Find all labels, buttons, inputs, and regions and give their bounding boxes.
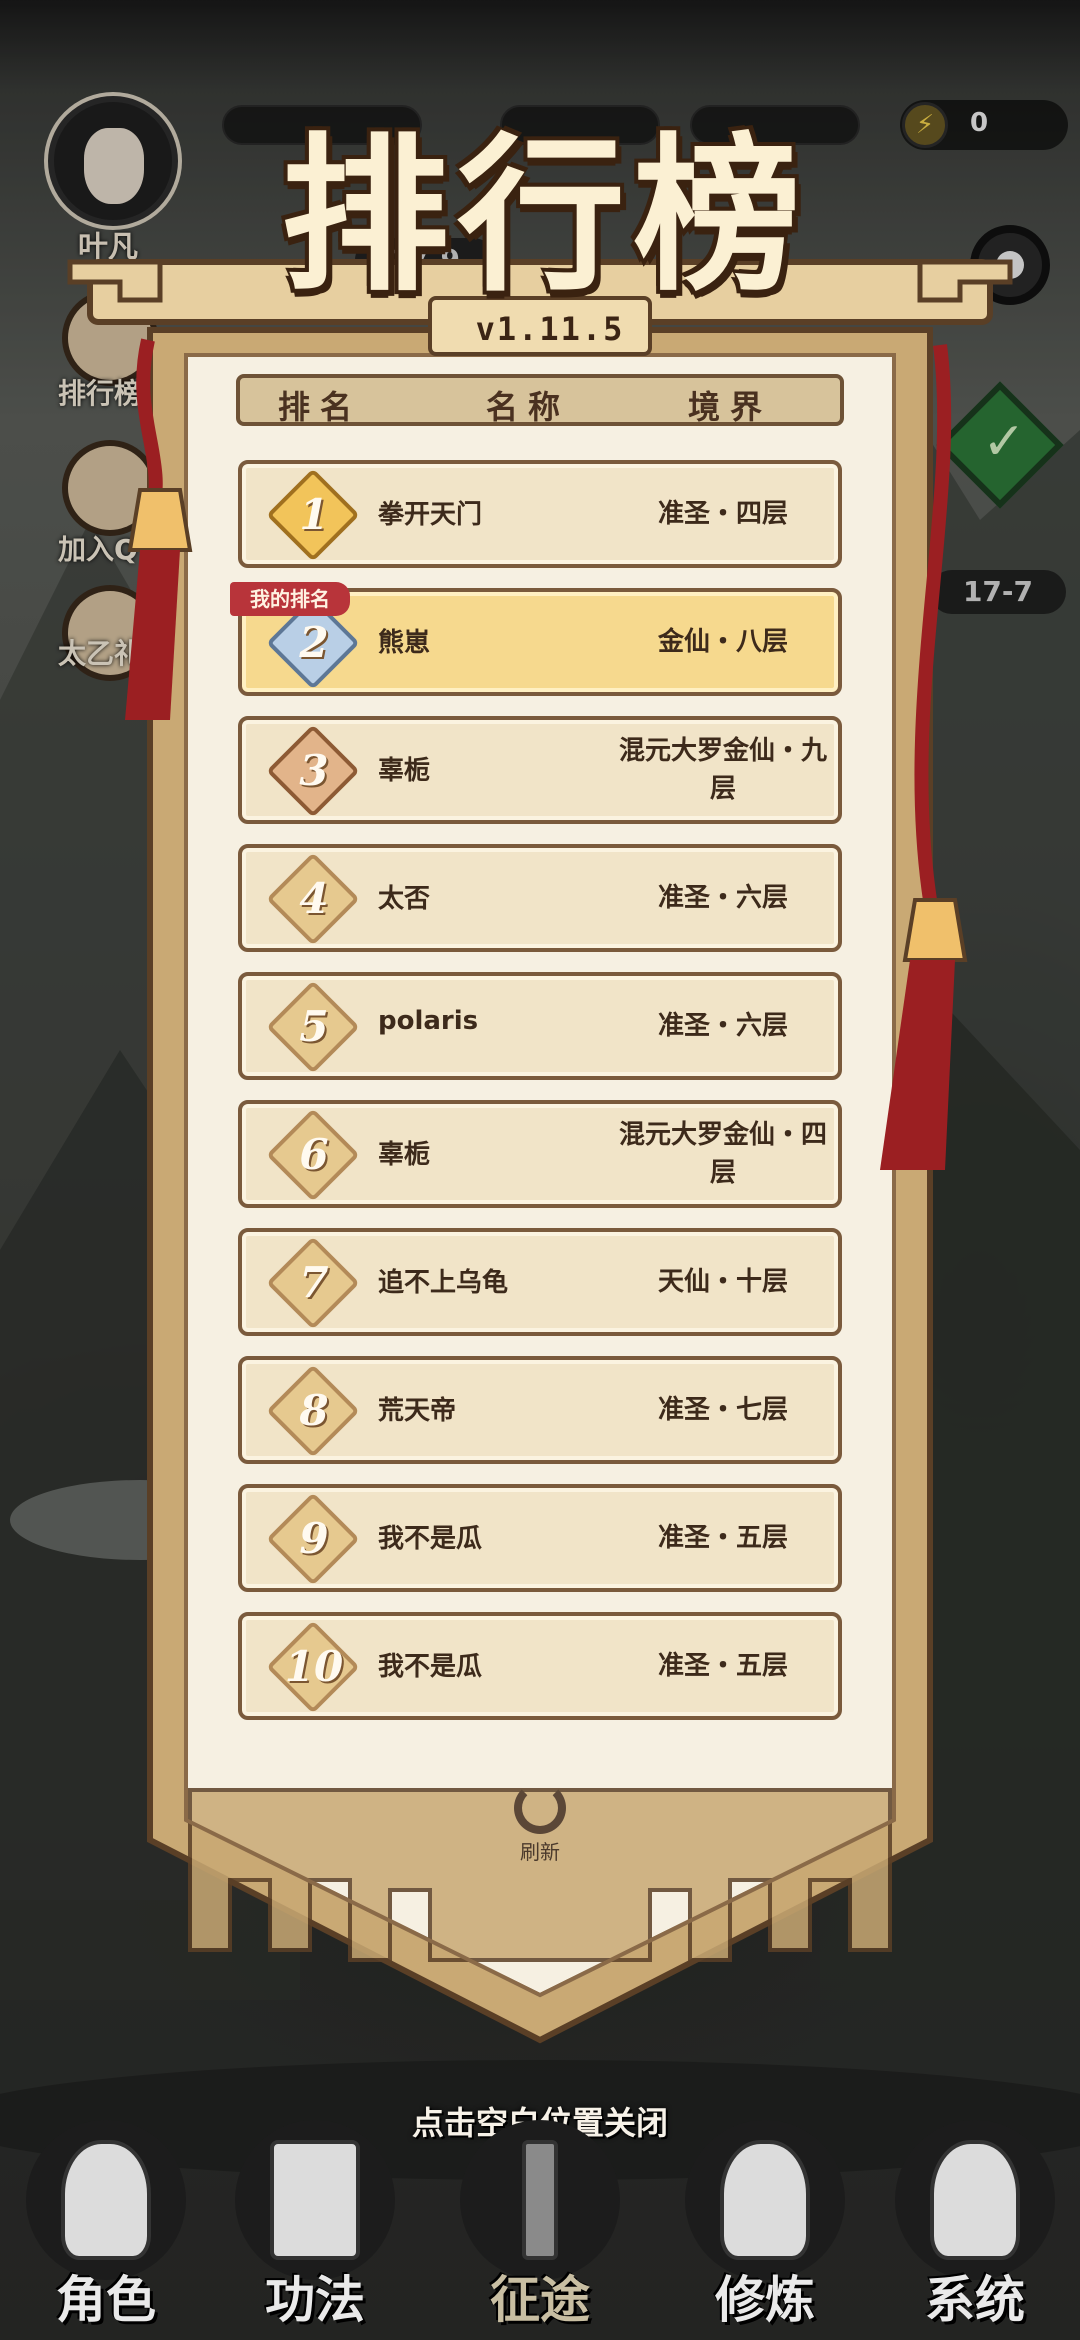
player-name: polaris — [378, 1006, 479, 1036]
refresh-label: 刷新 — [520, 1840, 560, 1864]
leaderboard-row-6[interactable]: 6 辜栀 混元大罗金仙・四层 — [238, 1100, 842, 1208]
player-name: 辜栀 — [378, 756, 431, 786]
refresh-icon — [514, 1782, 566, 1834]
player-name: 熊崽 — [378, 628, 431, 658]
leaderboard-row-8[interactable]: 8 荒天帝 准圣・七层 — [238, 1356, 842, 1464]
my-rank-tag: 我的排名 — [230, 582, 350, 616]
column-realm: 境界 — [688, 388, 773, 426]
version-label: v1.11.5 — [475, 310, 625, 348]
nav-label-journey: 征途 — [490, 2270, 590, 2329]
hooded-figure-icon — [61, 2140, 151, 2260]
nav-label-skills: 功法 — [265, 2270, 365, 2329]
player-realm: 准圣・六层 — [657, 883, 788, 913]
rank-number: 9 — [299, 1514, 329, 1563]
sword-icon — [522, 2140, 558, 2260]
player-realm: 金仙・八层 — [657, 627, 788, 657]
nav-journey[interactable]: 征途 — [450, 2110, 630, 2340]
column-name: 名称 — [486, 388, 571, 426]
rank-number: 2 — [299, 618, 329, 667]
rank-number: 4 — [299, 874, 329, 923]
scroll-book-icon — [270, 2140, 360, 2260]
leaderboard-row-9[interactable]: 9 我不是瓜 准圣・五层 — [238, 1484, 842, 1592]
leaderboard-row-5[interactable]: 5 polaris 准圣・六层 — [238, 972, 842, 1080]
rank-number: 10 — [284, 1642, 344, 1691]
leaderboard-header: 排名 名称 境界 — [236, 374, 844, 426]
player-name: 我不是瓜 — [378, 1652, 483, 1682]
nav-label-character: 角色 — [56, 2270, 156, 2329]
player-name: 辜栀 — [378, 1140, 431, 1170]
leaderboard-row-1[interactable]: 1 拳开天门 准圣・四层 — [238, 460, 842, 568]
player-name: 荒天帝 — [378, 1396, 457, 1426]
leaderboard-row-7[interactable]: 7 追不上乌龟 天仙・十层 — [238, 1228, 842, 1336]
player-realm: 准圣・六层 — [657, 1011, 788, 1041]
player-realm: 准圣・五层 — [657, 1651, 788, 1681]
nav-cultivation[interactable]: 修炼 — [675, 2110, 855, 2340]
player-name: 追不上乌龟 — [378, 1268, 509, 1298]
player-realm: 准圣・四层 — [657, 499, 788, 529]
player-realm: 准圣・五层 — [657, 1523, 788, 1553]
player-realm: 天仙・十层 — [657, 1267, 788, 1297]
nav-label-cultivation: 修炼 — [715, 2270, 815, 2329]
leaderboard-title: 排行榜 — [281, 116, 809, 314]
nav-label-system: 系统 — [925, 2270, 1025, 2329]
leaderboard-row-10[interactable]: 10 我不是瓜 准圣・五层 — [238, 1612, 842, 1720]
nav-character[interactable]: 角色 — [16, 2110, 196, 2340]
column-rank: 排名 — [278, 388, 363, 426]
player-realm: 准圣・七层 — [657, 1395, 788, 1425]
player-name: 拳开天门 — [378, 500, 483, 530]
leaderboard-row-4[interactable]: 4 太否 准圣・六层 — [238, 844, 842, 952]
player-realm: 混元大罗金仙・四层 — [618, 1120, 827, 1188]
rank-number: 3 — [299, 746, 329, 795]
player-realm: 混元大罗金仙・九层 — [618, 736, 827, 804]
rank-number: 6 — [299, 1130, 329, 1179]
girl-portrait-icon — [930, 2140, 1020, 2260]
rank-number: 1 — [299, 490, 329, 539]
refresh-button[interactable]: 刷新 — [500, 1782, 580, 1864]
rank-number: 7 — [299, 1258, 329, 1307]
leaderboard-row-3[interactable]: 3 辜栀 混元大罗金仙・九层 — [238, 716, 842, 824]
nav-skills[interactable]: 功法 — [225, 2110, 405, 2340]
player-name: 我不是瓜 — [378, 1524, 483, 1554]
nav-system[interactable]: 系统 — [885, 2110, 1065, 2340]
meditating-monk-icon — [720, 2140, 810, 2260]
player-name: 太否 — [378, 884, 431, 914]
rank-number: 8 — [299, 1386, 329, 1435]
rank-number: 5 — [299, 1002, 329, 1051]
